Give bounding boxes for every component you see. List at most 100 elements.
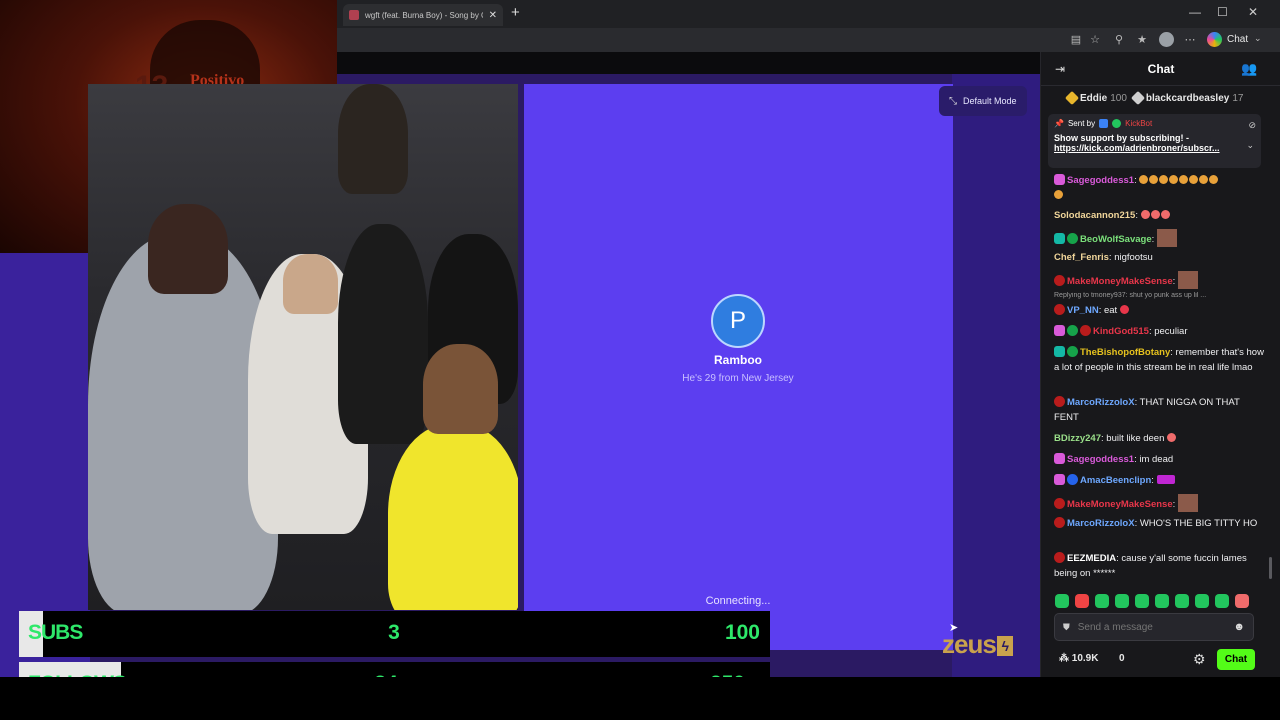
copilot-icon[interactable] (1207, 32, 1222, 47)
chat-text: im dead (1139, 454, 1174, 465)
chat-text: eat (1103, 305, 1118, 316)
gem-icon (1054, 275, 1065, 286)
chat-username[interactable]: MarcoRizzoloX (1067, 397, 1135, 408)
emote-icon[interactable] (1135, 594, 1149, 608)
emote-icon[interactable] (1155, 594, 1169, 608)
chat-username[interactable]: MakeMoneyMakeSense (1067, 276, 1173, 287)
gifter-item[interactable]: blackcardbeasley 17 (1130, 90, 1244, 106)
reading-view-icon[interactable]: ▤ (1069, 33, 1083, 47)
emote-icon[interactable] (1215, 594, 1229, 608)
tab-favicon-icon (349, 10, 359, 20)
chat-username[interactable]: VP_NN (1067, 305, 1099, 316)
chat-username[interactable]: TheBishopofBotany (1080, 347, 1170, 358)
sub-badge-icon (1054, 233, 1065, 244)
emote-icon[interactable] (1075, 594, 1089, 608)
person-head (148, 204, 228, 294)
collapse-icon: ⤡ (949, 95, 957, 107)
chat-username[interactable]: BeoWolfSavage (1080, 234, 1152, 245)
gem-icon (1067, 233, 1078, 244)
favorite-star-icon[interactable]: ☆ (1088, 33, 1102, 47)
shield-icon: ⛊ (1063, 621, 1070, 632)
screen: wgft (feat. Burna Boy) - Song by G ✕ + —… (0, 0, 1280, 720)
subs-goal-current: 3 (388, 621, 400, 644)
chat-message: MakeMoneyMakeSense: (1054, 494, 1266, 512)
default-mode-button[interactable]: ⤡ Default Mode (939, 86, 1027, 116)
gifter-name: Eddie (1080, 92, 1108, 104)
chat-username[interactable]: BDizzy247 (1054, 433, 1101, 444)
emote-icon[interactable] (1055, 594, 1069, 608)
sub-badge-icon (1054, 346, 1065, 357)
minimize-button[interactable]: — (1189, 5, 1201, 19)
caller-name: Ramboo (714, 353, 762, 367)
copilot-label[interactable]: Chat (1227, 34, 1248, 45)
gifter-count: 17 (1232, 92, 1244, 104)
gifter-item[interactable]: Eddie 100 (1064, 90, 1127, 106)
gem-icon (1054, 396, 1065, 407)
emoji-icon[interactable]: ☻ (1233, 621, 1245, 633)
emote-icon[interactable] (1095, 594, 1109, 608)
tab-title: wgft (feat. Burna Boy) - Song by G (365, 10, 483, 20)
chat-username[interactable]: EEZMEDIA (1067, 553, 1116, 564)
chat-message: MakeMoneyMakeSense: (1054, 271, 1266, 289)
pinned-bot-name[interactable]: KickBot (1125, 119, 1152, 128)
close-window-button[interactable]: ✕ (1248, 5, 1258, 19)
chat-input-box[interactable]: ⛊ ☻ (1054, 613, 1254, 641)
chat-message: MarcoRizzoloX: WHO'S THE BIG TITTY HO (1054, 516, 1266, 531)
chat-message: MarcoRizzoloX: THAT NIGGA ON THAT FENT (1054, 396, 1240, 423)
emote-quick-bar (1055, 594, 1275, 610)
browser-tab[interactable]: wgft (feat. Burna Boy) - Song by G ✕ (343, 4, 503, 26)
chat-username[interactable]: Sagegoddess1 (1067, 175, 1134, 186)
chat-input[interactable] (1077, 621, 1226, 633)
bolt-icon: ϟ (996, 636, 1013, 656)
subs-goal-label: SUBS (28, 621, 83, 644)
gem-icon (1067, 474, 1078, 485)
zeus-call-panel (524, 84, 953, 650)
favorites-icon[interactable]: ★ (1135, 33, 1149, 47)
viewer-count-value: 10.9K (1071, 653, 1099, 664)
pinned-message-text: Show support by subscribing! - (1054, 133, 1189, 143)
bottom-bar (0, 677, 1280, 720)
viewers-icon: ⁂ (1059, 653, 1069, 664)
chat-text: peculiar (1154, 326, 1188, 337)
pinned-message-link[interactable]: https://kick.com/adrienbroner/subscr... (1054, 143, 1255, 153)
overlay-background-right (952, 74, 1040, 677)
unpin-icon[interactable]: ⊘ (1248, 120, 1256, 131)
chat-username[interactable]: KindGod515 (1093, 326, 1149, 337)
extensions-icon[interactable]: ⚲ (1112, 33, 1126, 47)
profile-avatar[interactable] (1159, 32, 1174, 47)
chat-scrollbar[interactable] (1269, 557, 1272, 579)
chat-username[interactable]: MakeMoneyMakeSense (1067, 499, 1173, 510)
connection-status: Connecting... (705, 595, 771, 607)
gem-icon (1130, 90, 1145, 106)
chat-username[interactable]: MarcoRizzoloX (1067, 518, 1135, 529)
chat-message: VP_NN: eat (1054, 303, 1266, 318)
emote-icon[interactable] (1235, 594, 1249, 608)
new-tab-button[interactable]: + (511, 5, 520, 21)
send-chat-button[interactable]: Chat (1217, 649, 1255, 670)
chat-username[interactable]: AmacBeenclipn (1080, 475, 1151, 486)
maximize-button[interactable]: ☐ (1217, 5, 1228, 19)
more-menu-icon[interactable]: ⋯ (1183, 33, 1197, 47)
chevron-down-icon[interactable]: ⌄ (1246, 140, 1254, 151)
gear-icon[interactable]: ⚙ (1193, 651, 1206, 668)
users-icon[interactable]: 👥 (1241, 61, 1257, 77)
verified-icon (1112, 119, 1122, 128)
chat-message: BDizzy247: built like deen (1054, 431, 1266, 446)
gem-icon (1054, 498, 1065, 509)
pinned-message[interactable]: 📌 Sent by KickBot Show support by subscr… (1048, 114, 1261, 168)
chevron-down-icon[interactable]: ⌄ (1254, 33, 1262, 44)
gem-icon (1067, 346, 1078, 357)
chat-username[interactable]: Chef_Fenris (1054, 252, 1109, 263)
tab-close-icon[interactable]: ✕ (489, 10, 497, 21)
chat-message: Sagegoddess1: im dead (1054, 452, 1266, 467)
emote-icon[interactable] (1175, 594, 1189, 608)
gem-icon (1054, 304, 1065, 315)
caller-avatar: P (711, 294, 765, 348)
emote-icon[interactable] (1115, 594, 1129, 608)
chat-messages: Sagegoddess1: Solodacannon215: BeoWolfSa… (1041, 170, 1267, 595)
chat-panel: ⇥ Chat 👥 Eddie 100 blackcardbeasley 17 📌… (1040, 52, 1280, 677)
chat-username[interactable]: Solodacannon215 (1054, 210, 1135, 221)
subs-goal-bar: SUBS 3 100 (19, 611, 770, 657)
emote-icon[interactable] (1195, 594, 1209, 608)
chat-username[interactable]: Sagegoddess1 (1067, 454, 1134, 465)
